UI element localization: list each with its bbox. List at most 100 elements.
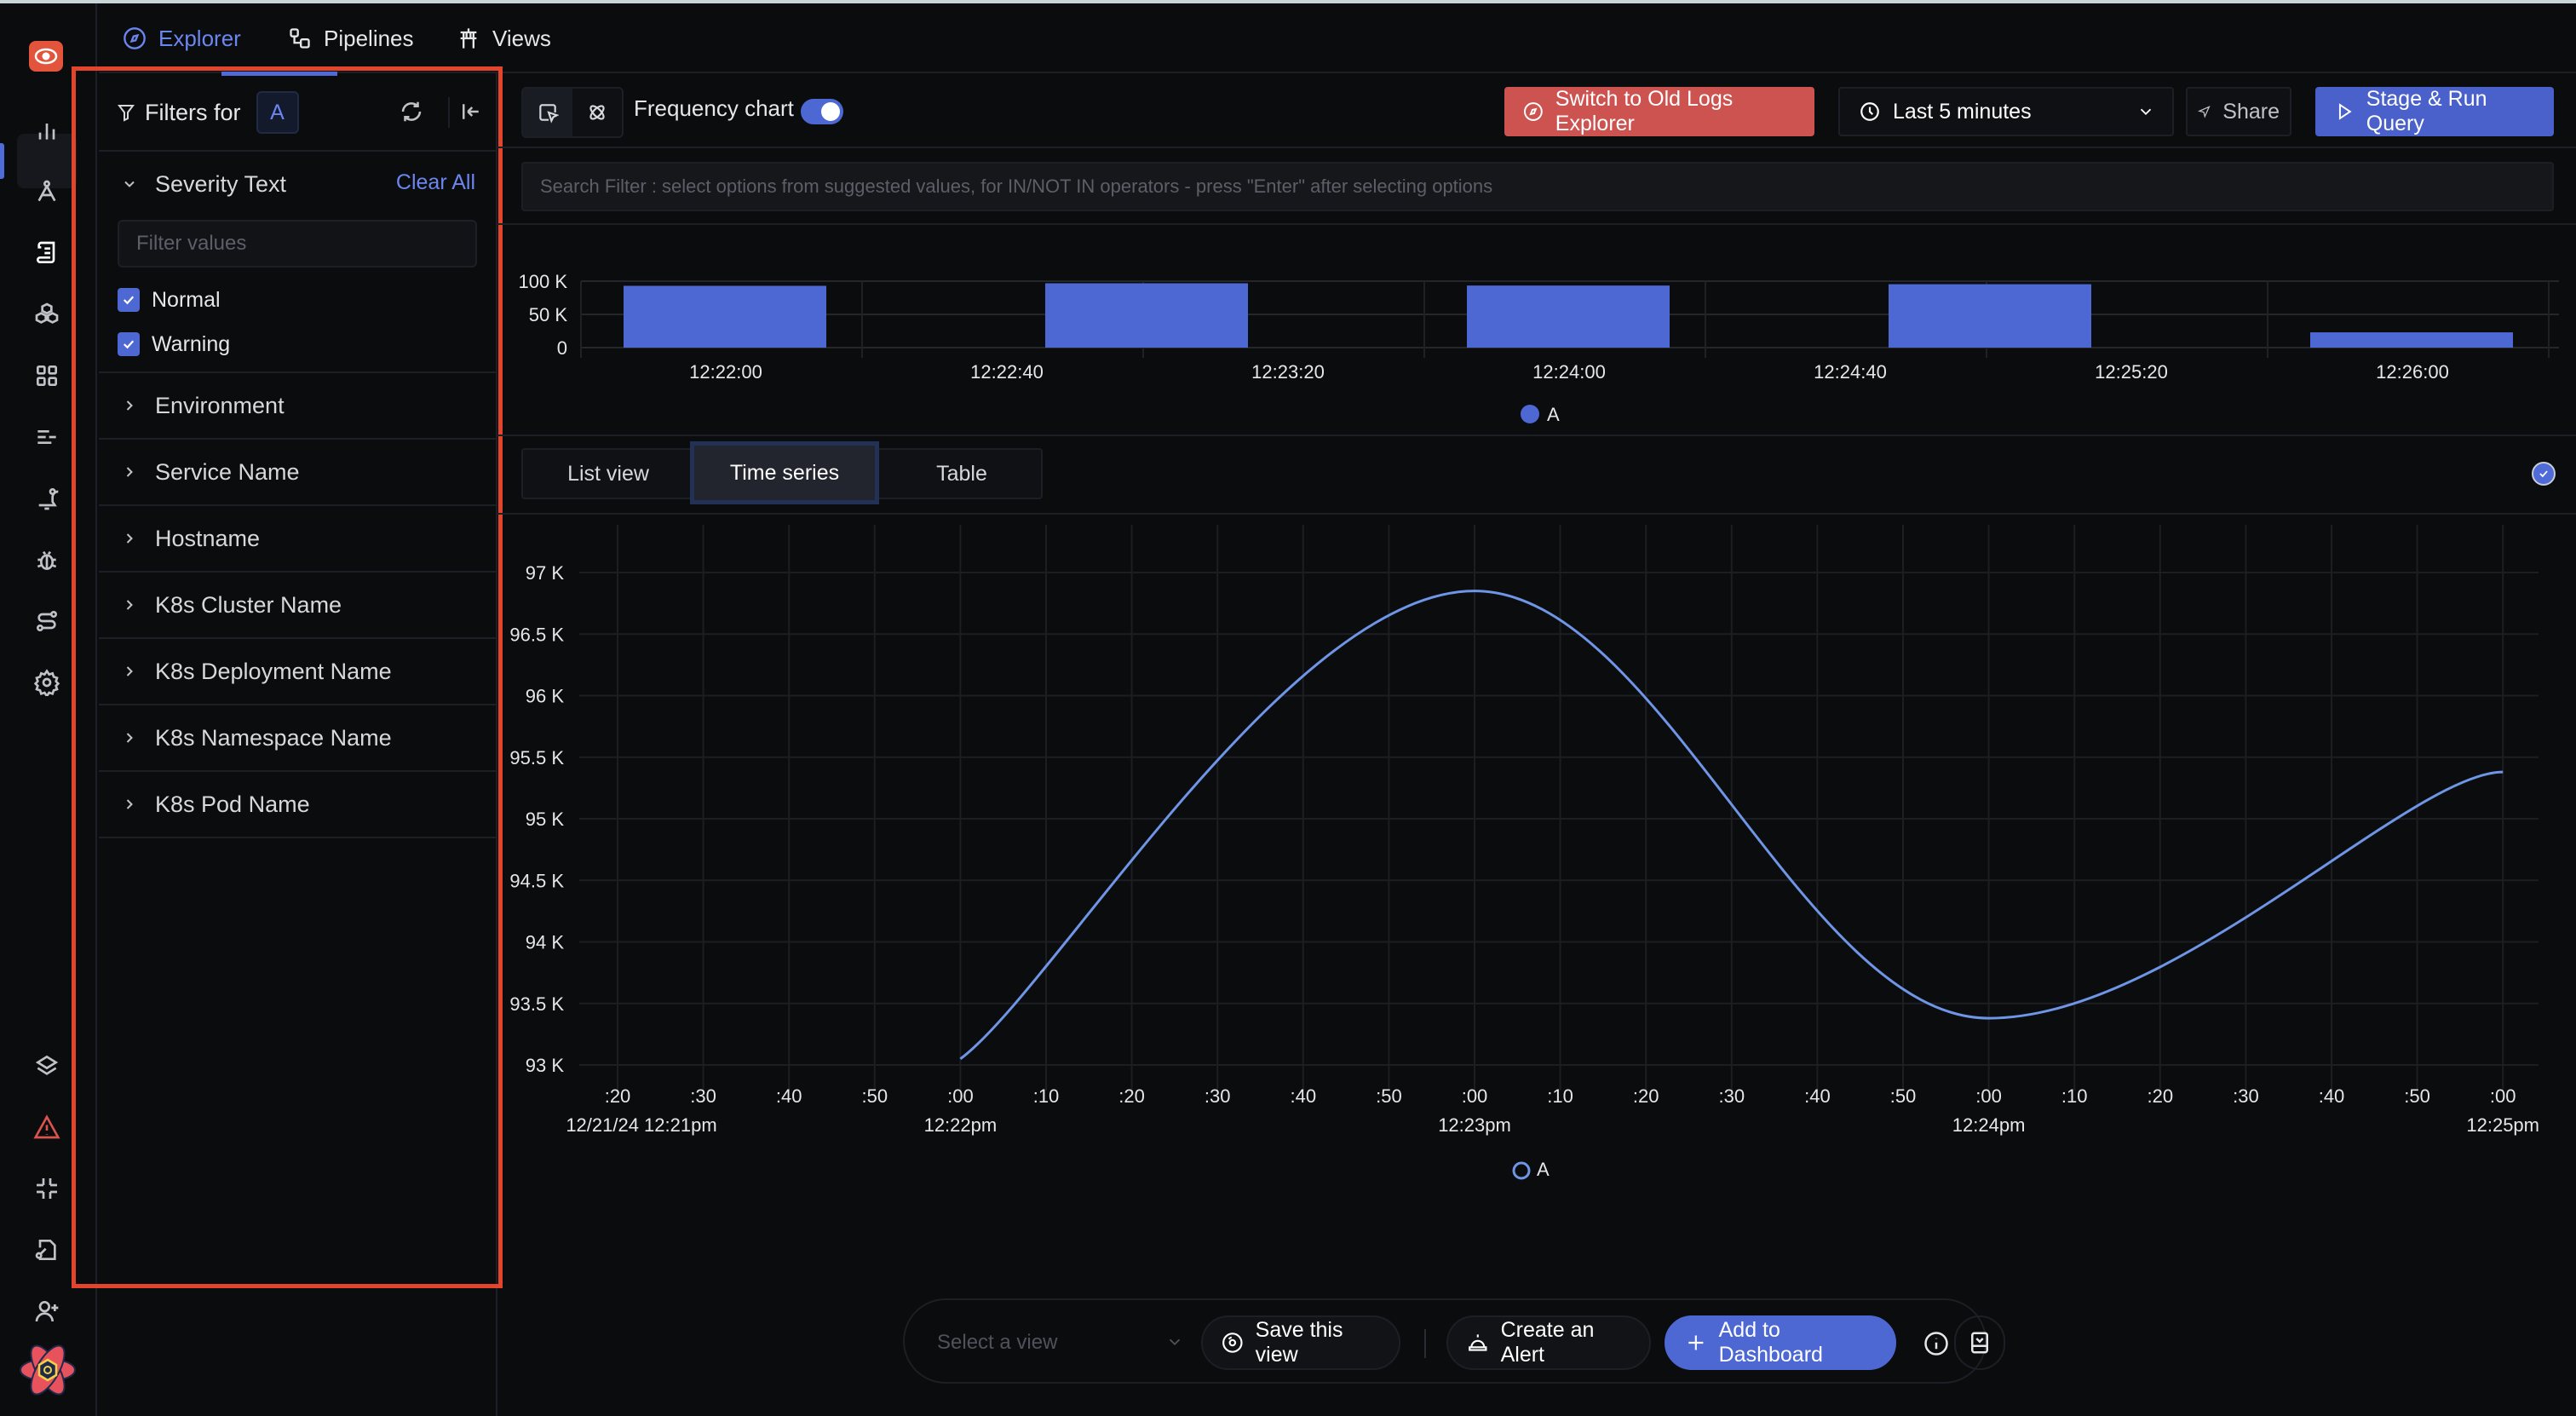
chevron-right-icon <box>126 666 133 676</box>
send-icon <box>2198 106 2211 118</box>
filter-section-label: K8s Deployment Name <box>155 658 392 684</box>
x-tick-label: :50 <box>1376 1085 1402 1107</box>
x-major-label: 12:25pm <box>2466 1114 2539 1136</box>
settings-gear-icon[interactable] <box>32 668 61 697</box>
x-tick-label: :40 <box>1291 1085 1317 1107</box>
play-icon <box>2338 103 2352 120</box>
x-tick-label: 12:22:00 <box>689 361 762 383</box>
warning-triangle-icon[interactable] <box>32 1113 61 1142</box>
query-builder-mode-button[interactable] <box>523 89 572 136</box>
filter-section-header[interactable]: K8s Pod Name <box>99 772 496 837</box>
select-view-placeholder: Select a view <box>937 1331 1058 1354</box>
filter-values-input[interactable]: Filter values <box>118 220 477 268</box>
create-alert-button[interactable]: Create an Alert <box>1446 1315 1651 1370</box>
filter-section-label: Environment <box>155 392 285 418</box>
filter-section-header[interactable]: Hostname <box>99 506 496 571</box>
query-toolbar: Frequency chart Switch to Old Logs Explo… <box>497 73 2576 148</box>
bell-alert-icon[interactable] <box>32 484 61 513</box>
tab-views[interactable]: Views <box>457 3 551 73</box>
dashboard-grid-icon[interactable] <box>32 361 61 390</box>
app-logo[interactable] <box>29 41 63 72</box>
time-series-chart: 93 K 93.5 K 94 K 94.5 K 95 K 95.5 K 96 K 96.5 K… <box>509 525 2539 1180</box>
bug-icon[interactable] <box>32 545 61 574</box>
legend-label: A <box>1537 1159 1550 1180</box>
cursor-select-icon <box>539 104 559 124</box>
refresh-icon[interactable] <box>399 99 424 124</box>
chevron-right-icon <box>126 467 133 477</box>
select-view-dropdown[interactable]: Select a view <box>937 1324 1184 1361</box>
main-content: Frequency chart Switch to Old Logs Explo… <box>497 73 2576 1416</box>
chevron-right-icon <box>126 400 133 411</box>
filter-section-label: K8s Cluster Name <box>155 591 342 618</box>
switch-old-explorer-button[interactable]: Switch to Old Logs Explorer <box>1504 87 1814 136</box>
filter-section-header[interactable]: K8s Namespace Name <box>99 705 496 770</box>
filter-section-label: Service Name <box>155 458 300 485</box>
filters-panel: Filters for A Severity Text Clear All Fi… <box>99 73 497 1416</box>
y-tick-label: 94.5 K <box>509 870 564 891</box>
filter-section-header[interactable]: Service Name <box>99 440 496 504</box>
stage-run-query-button[interactable]: Stage & Run Query <box>2315 87 2554 136</box>
filter-section-header[interactable]: K8s Deployment Name <box>99 639 496 704</box>
y-tick-label: 100 K <box>519 271 568 292</box>
y-tick-label: 95 K <box>526 809 565 830</box>
x-tick-label: :00 <box>1462 1085 1488 1107</box>
filter-section-header[interactable]: Environment <box>99 373 496 438</box>
layers-icon[interactable] <box>32 1051 61 1080</box>
query-badge[interactable]: A <box>256 91 299 134</box>
y-tick-label: 93.5 K <box>509 993 564 1015</box>
check-circle-icon[interactable] <box>2532 462 2556 486</box>
share-button[interactable]: Share <box>2186 87 2291 136</box>
invite-user-icon[interactable] <box>32 1297 61 1326</box>
list-lines-icon[interactable] <box>32 423 61 452</box>
top-nav: Explorer Pipelines Views <box>99 3 2576 76</box>
check-icon <box>123 340 135 349</box>
compass-icon <box>124 27 146 49</box>
tab-pipelines[interactable]: Pipelines <box>288 3 414 73</box>
filter-section-header[interactable]: K8s Cluster Name <box>99 573 496 637</box>
filter-funnel-icon <box>118 105 135 122</box>
collapse-panel-icon[interactable] <box>458 99 484 124</box>
filters-header: Filters for A <box>99 73 496 152</box>
filter-section-label: K8s Pod Name <box>155 791 310 817</box>
user-avatar-icon[interactable] <box>17 1339 78 1401</box>
add-to-dashboard-button[interactable]: Add to Dashboard <box>1665 1315 1896 1370</box>
frequency-chart-label: Frequency chart <box>634 95 794 121</box>
license-key-icon[interactable] <box>32 1235 61 1264</box>
checkbox-checked[interactable] <box>118 288 140 312</box>
y-tick-label: 95.5 K <box>509 747 564 768</box>
filter-option-warning[interactable]: Warning <box>99 322 496 366</box>
clickhouse-mode-button[interactable] <box>572 89 622 136</box>
x-tick-label: :20 <box>2148 1085 2174 1107</box>
button-label: Create an Alert <box>1500 1318 1595 1367</box>
slack-icon[interactable] <box>32 1174 61 1203</box>
cubes-icon[interactable] <box>32 300 61 329</box>
x-major-label: 12:23pm <box>1438 1114 1511 1136</box>
tab-table[interactable]: Table <box>881 450 1043 498</box>
divider <box>497 223 2576 225</box>
time-range-select[interactable]: Last 5 minutes <box>1838 87 2174 136</box>
info-icon[interactable] <box>1923 1331 1949 1356</box>
checkbox-checked[interactable] <box>118 332 140 356</box>
plus-icon <box>1688 1335 1704 1350</box>
x-tick-label: :40 <box>776 1085 802 1107</box>
y-tick-label: 94 K <box>526 932 565 953</box>
tab-list-view[interactable]: List view <box>523 450 693 498</box>
save-view-button[interactable]: Save this view <box>1201 1315 1400 1370</box>
frequency-chart-toggle[interactable] <box>801 99 843 124</box>
filter-section-label: K8s Namespace Name <box>155 724 392 751</box>
x-tick-label: 12:24:40 <box>1814 361 1887 383</box>
tab-time-series[interactable]: Time series <box>690 441 879 504</box>
header-divider <box>448 97 450 128</box>
bar <box>2310 332 2513 348</box>
compass-tool-icon[interactable] <box>32 177 61 206</box>
tab-explorer[interactable]: Explorer <box>123 3 241 73</box>
filter-option-normal[interactable]: Normal <box>99 278 496 322</box>
bar-chart-icon[interactable] <box>32 116 61 145</box>
legend-swatch <box>1521 405 1539 423</box>
route-icon[interactable] <box>32 607 61 636</box>
search-filter-input[interactable]: Search Filter : select options from sugg… <box>521 162 2554 211</box>
saved-views-icon[interactable] <box>1954 1315 2005 1370</box>
bar <box>1889 284 2091 348</box>
clear-all-link[interactable]: Clear All <box>396 170 475 195</box>
logs-scroll-icon[interactable] <box>32 239 61 268</box>
